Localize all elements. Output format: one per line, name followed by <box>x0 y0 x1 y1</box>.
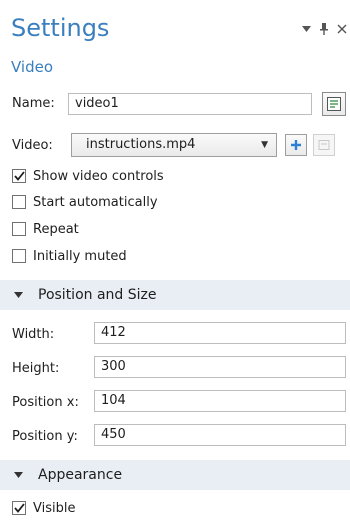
notes-icon <box>327 97 341 111</box>
width-field[interactable]: 412 <box>94 322 346 344</box>
option-label: Start automatically <box>33 194 158 210</box>
name-field[interactable]: video1 <box>68 93 312 115</box>
option-start-automatically[interactable]: Start automatically <box>12 192 158 212</box>
checkbox[interactable] <box>12 195 26 209</box>
video-label: Video: <box>12 138 53 153</box>
add-video-button[interactable] <box>285 134 307 156</box>
option-visible[interactable]: Visible <box>12 498 75 518</box>
collapse-arrow-icon <box>12 472 24 478</box>
option-show-video-controls[interactable]: Show video controls <box>12 166 164 186</box>
section-title: Position and Size <box>38 287 157 303</box>
option-label: Repeat <box>33 221 79 237</box>
checkbox[interactable] <box>12 249 26 263</box>
name-label: Name: <box>12 96 55 111</box>
section-position-and-size[interactable]: Position and Size <box>0 280 350 310</box>
position-x-field[interactable]: 104 <box>94 390 346 412</box>
section-appearance[interactable]: Appearance <box>0 460 350 490</box>
close-icon[interactable] <box>336 22 348 36</box>
pin-icon[interactable] <box>318 22 330 36</box>
chevron-down-icon: ▼ <box>261 140 268 150</box>
position-y-label: Position y: <box>12 429 78 444</box>
checkbox[interactable] <box>12 169 26 183</box>
panel-title: Settings <box>11 14 110 42</box>
window-buttons <box>300 22 348 36</box>
height-label: Height: <box>12 361 60 376</box>
browse-video-button[interactable] <box>313 134 335 156</box>
section-title: Appearance <box>38 467 123 483</box>
browse-icon <box>318 140 330 150</box>
option-label: Initially muted <box>33 248 127 264</box>
option-label: Visible <box>33 500 76 516</box>
collapse-arrow-icon <box>12 292 24 298</box>
option-label: Show video controls <box>33 168 164 184</box>
checkbox[interactable] <box>12 222 26 236</box>
video-select-value: instructions.mp4 <box>86 137 196 152</box>
settings-panel: Settings Video Name: video1 Video: instr… <box>0 0 350 520</box>
checkmark-icon <box>13 503 25 513</box>
panel-subtitle: Video <box>11 58 54 76</box>
notes-button[interactable] <box>322 92 346 116</box>
video-select[interactable]: instructions.mp4 ▼ <box>71 133 277 157</box>
width-label: Width: <box>12 327 55 342</box>
dropdown-icon[interactable] <box>300 22 312 36</box>
checkmark-icon <box>13 171 25 181</box>
checkbox[interactable] <box>12 501 26 515</box>
plus-icon <box>291 140 301 150</box>
option-initially-muted[interactable]: Initially muted <box>12 246 127 266</box>
position-x-label: Position x: <box>12 395 79 410</box>
height-field[interactable]: 300 <box>94 356 346 378</box>
position-y-field[interactable]: 450 <box>94 424 346 446</box>
option-repeat[interactable]: Repeat <box>12 219 79 239</box>
